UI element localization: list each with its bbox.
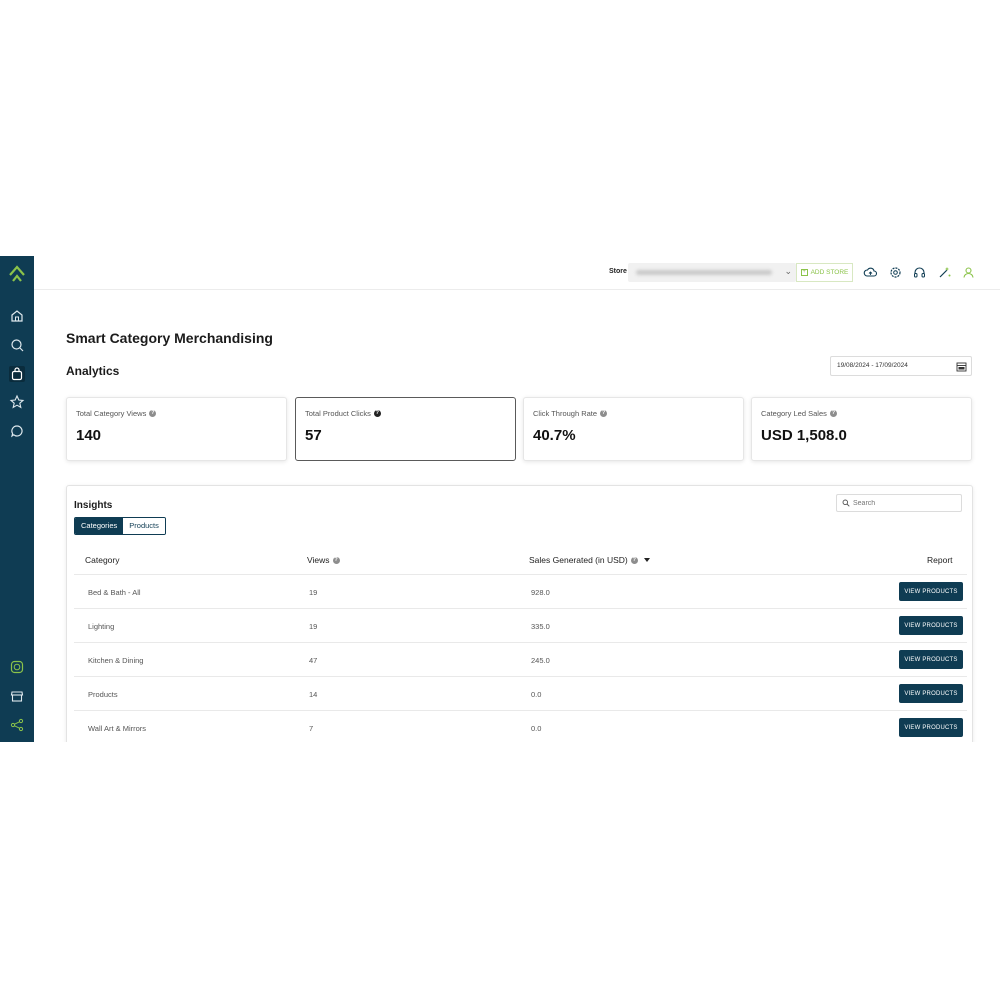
table-row: Bed & Bath - All 19 928.0 VIEW PRODUCTS [74,574,967,608]
app-window: Store ⌄ + ADD STORE Smart Category Merch… [0,256,1000,742]
help-icon[interactable]: ? [829,410,837,417]
page-title: Smart Category Merchandising [66,330,273,346]
stat-label: Total Product Clicks? [305,409,381,418]
plus-icon: + [800,269,808,276]
table-row: Products 14 0.0 VIEW PRODUCTS [74,676,967,710]
cell-category: Products [88,690,118,699]
search-icon [842,499,850,507]
search-refresh-icon[interactable] [9,337,25,353]
section-title: Analytics [66,364,120,378]
add-store-label: ADD STORE [810,269,849,276]
insights-title: Insights [74,500,113,511]
help-icon[interactable]: ? [600,410,608,417]
help-icon[interactable]: ? [332,556,340,564]
cell-views: 19 [309,622,318,631]
stat-card-category-views[interactable]: Total Category Views? 140 [66,397,287,461]
column-header-category: Category [85,555,120,565]
store-select[interactable]: ⌄ [628,263,796,282]
cell-sales: 245.0 [531,656,550,665]
cell-views: 7 [309,724,314,733]
store-label: Store [609,268,627,275]
storefront-icon[interactable] [9,688,25,704]
stat-label: Click Through Rate? [533,409,608,418]
chevron-down-icon: ⌄ [784,266,792,276]
help-icon[interactable]: ? [373,410,381,417]
cell-category: Lighting [88,622,115,631]
tab-products[interactable]: Products [123,518,165,534]
column-header-views: Views? [307,555,340,565]
sidebar [0,256,34,742]
stat-value: 40.7% [533,427,576,444]
view-toggle: Categories Products [74,517,166,535]
view-products-button[interactable]: VIEW PRODUCTS [899,718,963,737]
help-icon[interactable]: ? [149,410,157,417]
date-range-value: 19/08/2024 - 17/09/2024 [837,362,908,369]
column-header-sales[interactable]: Sales Generated (in USD)? [529,555,650,565]
date-range-picker[interactable]: 19/08/2024 - 17/09/2024 [830,356,972,376]
cell-sales: 928.0 [531,588,550,597]
add-store-button[interactable]: + ADD STORE [796,263,853,282]
topbar: Store ⌄ + ADD STORE [34,256,1000,290]
calendar-icon [956,362,967,372]
cell-views: 19 [309,588,318,597]
shopping-bag-icon[interactable] [9,366,25,382]
cell-views: 47 [309,656,318,665]
stat-card-category-led-sales[interactable]: Category Led Sales? USD 1,508.0 [751,397,972,461]
star-icon[interactable] [9,394,25,410]
view-products-button[interactable]: VIEW PRODUCTS [899,582,963,601]
stat-card-click-through-rate[interactable]: Click Through Rate? 40.7% [523,397,744,461]
table-row: Wall Art & Mirrors 7 0.0 VIEW PRODUCTS [74,710,967,742]
stat-value: 57 [305,427,322,444]
tab-categories[interactable]: Categories [75,518,124,534]
search-box[interactable] [836,494,962,512]
cell-category: Kitchen & Dining [88,656,144,665]
search-input[interactable] [853,497,953,510]
stat-label: Category Led Sales? [761,409,837,418]
home-icon[interactable] [9,308,25,324]
cell-sales: 0.0 [531,690,542,699]
cell-views: 14 [309,690,318,699]
whatsapp-icon[interactable] [9,659,25,675]
chat-icon[interactable] [9,423,25,439]
stat-card-product-clicks[interactable]: Total Product Clicks? 57 [295,397,516,461]
view-products-button[interactable]: VIEW PRODUCTS [899,616,963,635]
help-icon[interactable]: ? [630,556,638,564]
stat-label: Total Category Views? [76,409,157,418]
insights-panel: Insights Categories Products Category Vi… [66,485,973,742]
cloud-icon[interactable] [863,265,878,280]
logo-icon[interactable] [7,262,27,284]
table-row: Lighting 19 335.0 VIEW PRODUCTS [74,608,967,642]
share-network-icon[interactable] [9,717,25,733]
user-icon[interactable] [961,265,976,280]
stat-value: 140 [76,427,102,444]
cell-category: Bed & Bath - All [88,588,141,597]
wand-icon[interactable] [937,265,952,280]
sort-desc-icon[interactable] [643,558,650,562]
settings-icon[interactable] [888,265,903,280]
column-header-report: Report [927,555,953,565]
store-name-redacted [636,270,772,275]
view-products-button[interactable]: VIEW PRODUCTS [899,650,963,669]
cell-category: Wall Art & Mirrors [88,724,147,733]
stat-value: USD 1,508.0 [761,427,847,444]
headset-icon[interactable] [912,265,927,280]
cell-sales: 335.0 [531,622,550,631]
table-row: Kitchen & Dining 47 245.0 VIEW PRODUCTS [74,642,967,676]
view-products-button[interactable]: VIEW PRODUCTS [899,684,963,703]
cell-sales: 0.0 [531,724,542,733]
